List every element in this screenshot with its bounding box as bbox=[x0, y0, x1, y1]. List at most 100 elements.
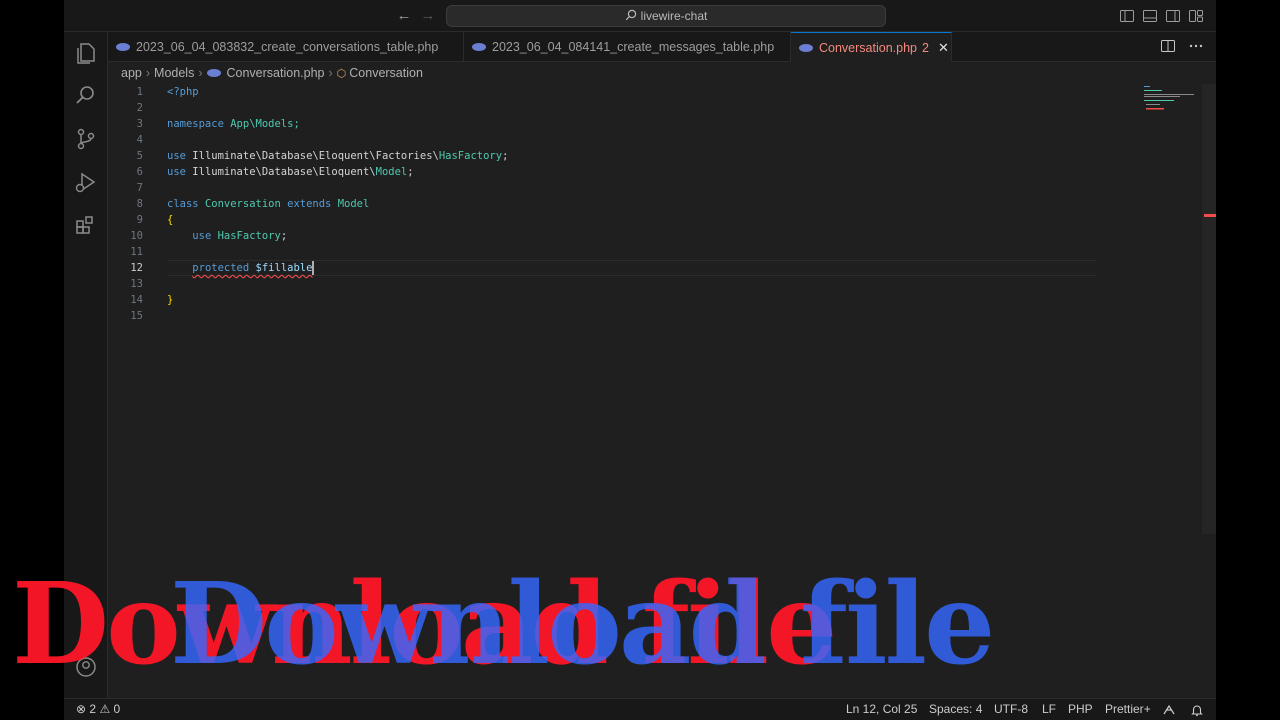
punctuation: ; bbox=[502, 150, 509, 162]
keyword: class bbox=[167, 198, 199, 210]
breadcrumb-separator: › bbox=[328, 66, 333, 80]
extensions-icon[interactable] bbox=[73, 212, 99, 238]
breadcrumb: app › Models › Conversation.php › ⬡ Conversatio… bbox=[108, 62, 1216, 84]
tab-conversation-model[interactable]: Conversation.php 2 ✕ bbox=[791, 32, 952, 62]
error-icon: ⊗ bbox=[76, 702, 87, 716]
code-line-14: } bbox=[167, 292, 173, 308]
brace: } bbox=[167, 294, 174, 306]
status-bar: ⊗ 2 ⚠ 0 Ln 12, Col 25 Spaces: 4 UTF-8 LF… bbox=[64, 698, 1216, 720]
formatter-label: Prettier bbox=[1105, 702, 1144, 716]
keyword: extends bbox=[287, 198, 332, 210]
line-number-current: 12 bbox=[130, 262, 143, 274]
class-name: Model bbox=[375, 166, 408, 178]
line-number: 5 bbox=[136, 150, 143, 162]
punctuation: ; bbox=[280, 230, 288, 242]
code-line-10: use HasFactory; bbox=[167, 228, 287, 244]
error-marker bbox=[1204, 214, 1216, 217]
keyword: use bbox=[167, 166, 186, 178]
class-name: Conversation bbox=[204, 198, 281, 210]
close-icon[interactable]: ✕ bbox=[938, 40, 949, 55]
end-of-line[interactable]: LF bbox=[1042, 699, 1056, 720]
line-number: 10 bbox=[130, 230, 143, 242]
line-number: 15 bbox=[130, 310, 143, 322]
tab-label: Conversation.php bbox=[819, 41, 917, 55]
code-editor[interactable]: 1 2 3 4 5 6 7 8 9 10 11 12 13 14 15 <?ph… bbox=[108, 84, 1216, 698]
code-line-1: <?php bbox=[167, 84, 199, 100]
tab-messages-migration[interactable]: 2023_06_04_084141_create_messages_table.… bbox=[464, 32, 791, 62]
formatter-status[interactable]: Prettier+ bbox=[1105, 699, 1151, 720]
warning-icon: ⚠ bbox=[99, 702, 111, 716]
brace: { bbox=[167, 214, 174, 226]
import-path: Illuminate\Database\Eloquent\ bbox=[192, 166, 376, 178]
search-icon[interactable] bbox=[73, 83, 99, 109]
punctuation: ; bbox=[407, 166, 414, 178]
keyword: protected bbox=[192, 262, 250, 274]
import-path: Illuminate\Database\Eloquent\Factories\ bbox=[192, 150, 439, 162]
title-bar: ← → livewire-chat bbox=[64, 0, 1216, 32]
breadcrumb-folder-models[interactable]: Models bbox=[154, 66, 194, 80]
breadcrumb-separator: › bbox=[198, 66, 203, 80]
customize-layout-icon[interactable] bbox=[1188, 8, 1204, 24]
warning-count: 0 bbox=[113, 702, 121, 716]
line-number: 6 bbox=[136, 166, 143, 178]
keyword: namespace bbox=[167, 118, 224, 130]
class-name: HasFactory bbox=[217, 230, 281, 242]
error-count: 2 bbox=[89, 702, 97, 716]
toggle-sidebar-icon[interactable] bbox=[1119, 8, 1135, 24]
breadcrumb-separator: › bbox=[145, 66, 151, 80]
line-number: 4 bbox=[136, 134, 143, 146]
bell-icon[interactable] bbox=[1190, 703, 1204, 717]
source-control-icon[interactable] bbox=[73, 126, 99, 152]
tab-conversations-migration[interactable]: 2023_06_04_083832_create_conversations_t… bbox=[108, 32, 464, 62]
editor-tab-bar: 2023_06_04_083832_create_conversations_t… bbox=[108, 32, 1216, 62]
breadcrumb-file[interactable]: Conversation.php bbox=[227, 66, 325, 80]
problems-indicator[interactable]: ⊗ 2 ⚠ 0 bbox=[76, 699, 120, 720]
editor-actions bbox=[1160, 38, 1204, 56]
search-icon bbox=[625, 7, 637, 27]
run-debug-icon[interactable] bbox=[73, 169, 99, 195]
code-line-3: namespace App\Models; bbox=[167, 116, 300, 132]
split-editor-icon[interactable] bbox=[1160, 38, 1176, 59]
copilot-icon[interactable] bbox=[1162, 703, 1176, 717]
keyword: use bbox=[167, 150, 186, 162]
line-number: 1 bbox=[136, 86, 143, 98]
line-number: 13 bbox=[130, 278, 143, 290]
account-icon[interactable] bbox=[73, 654, 99, 680]
arrow-left-icon[interactable]: ← bbox=[394, 6, 414, 26]
vscode-window: ← → livewire-chat 2023_06_04_083832_crea… bbox=[64, 0, 1216, 720]
class-symbol-icon: ⬡ bbox=[336, 68, 347, 80]
line-number: 11 bbox=[130, 246, 143, 258]
php-open-tag: <?php bbox=[167, 86, 199, 98]
php-icon bbox=[799, 43, 813, 52]
toggle-secondary-sidebar-icon[interactable] bbox=[1165, 8, 1181, 24]
line-number: 3 bbox=[136, 118, 143, 130]
php-icon bbox=[206, 68, 221, 77]
minimap[interactable] bbox=[1142, 84, 1202, 124]
encoding[interactable]: UTF-8 bbox=[994, 699, 1028, 720]
explorer-icon[interactable] bbox=[73, 40, 99, 66]
activity-bar bbox=[64, 32, 108, 718]
line-number: 2 bbox=[136, 102, 143, 114]
code-line-5: use Illuminate\Database\Eloquent\Factori… bbox=[167, 148, 508, 164]
command-center-search[interactable]: livewire-chat bbox=[446, 5, 886, 27]
breadcrumb-folder-app[interactable]: app bbox=[121, 66, 142, 80]
cursor-position[interactable]: Ln 12, Col 25 bbox=[846, 699, 917, 720]
code-line-6: use Illuminate\Database\Eloquent\Model; bbox=[167, 164, 414, 180]
toggle-panel-icon[interactable] bbox=[1142, 8, 1158, 24]
arrow-right-icon[interactable]: → bbox=[418, 6, 438, 26]
line-number: 8 bbox=[136, 198, 143, 210]
namespace-name: App\Models; bbox=[230, 118, 300, 130]
class-name: HasFactory bbox=[438, 150, 503, 162]
vertical-scrollbar[interactable] bbox=[1202, 84, 1216, 534]
line-number: 9 bbox=[136, 214, 143, 226]
check-icon: + bbox=[1143, 702, 1151, 716]
tab-label: 2023_06_04_083832_create_conversations_t… bbox=[136, 40, 439, 54]
language-mode[interactable]: PHP bbox=[1068, 699, 1093, 720]
breadcrumb-symbol[interactable]: Conversation bbox=[349, 66, 423, 80]
php-icon bbox=[472, 42, 486, 51]
line-number: 7 bbox=[136, 182, 143, 194]
text-cursor bbox=[312, 261, 315, 275]
keyword: use bbox=[192, 230, 212, 242]
more-actions-icon[interactable] bbox=[1188, 38, 1204, 59]
indentation[interactable]: Spaces: 4 bbox=[929, 699, 982, 720]
